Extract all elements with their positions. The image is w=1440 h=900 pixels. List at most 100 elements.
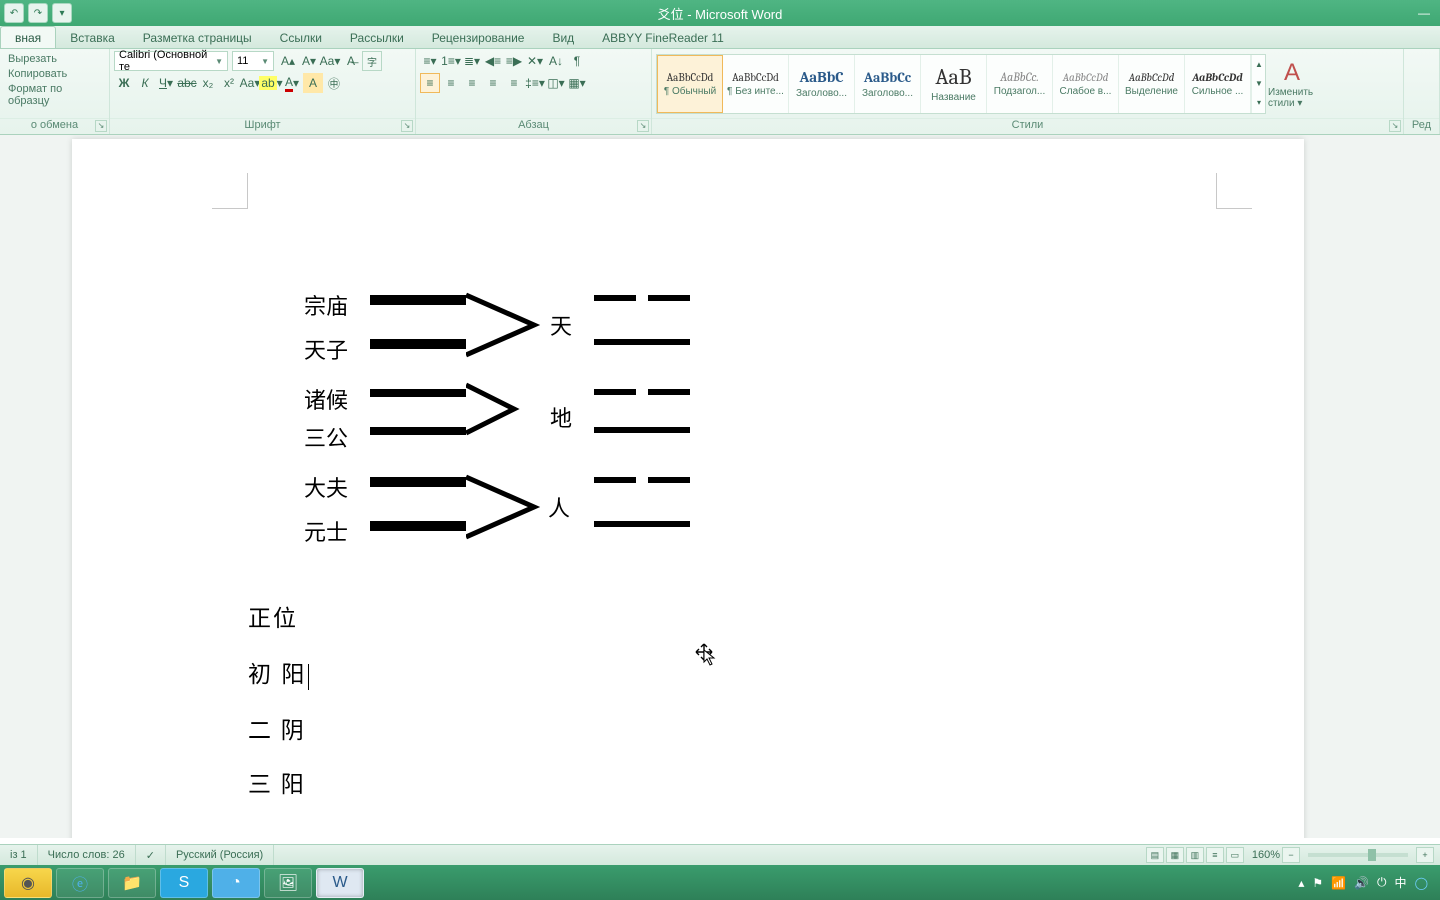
font-color-button[interactable]: A▾ <box>282 73 302 93</box>
change-styles-button[interactable]: A Изменить стили ▾ <box>1266 57 1318 111</box>
view-full-screen[interactable]: ▦ <box>1166 847 1184 863</box>
copy-button[interactable]: Копировать <box>8 68 101 80</box>
tray-ime[interactable]: 中 <box>1395 874 1407 891</box>
style-title[interactable]: AaBНазвание <box>921 55 987 113</box>
tab-references[interactable]: Ссылки <box>266 27 336 48</box>
align-center-button[interactable]: ≡ <box>441 73 461 93</box>
borders-button[interactable]: ▦▾ <box>567 73 587 93</box>
font-name-combo[interactable]: Calibri (Основной те▼ <box>114 51 228 71</box>
doc-line: 二 阴 <box>248 711 306 745</box>
status-language[interactable]: Русский (Россия) <box>166 845 274 865</box>
distributed-button[interactable]: ≡ <box>504 73 524 93</box>
clear-formatting-button[interactable]: A̶ <box>341 51 361 71</box>
font-launcher[interactable]: ↘ <box>401 120 413 132</box>
diagram-mid-label: 人 <box>548 491 570 523</box>
align-left-button[interactable]: ≡ <box>420 73 440 93</box>
increase-indent-button[interactable]: ≡▶ <box>504 51 524 71</box>
doc-line: 初 阳 <box>248 655 309 690</box>
sort-button[interactable]: A↓ <box>546 51 566 71</box>
tray-wifi-icon[interactable]: 📶 <box>1331 876 1346 890</box>
tray-power-icon[interactable]: ⏻ <box>1377 875 1387 890</box>
decrease-indent-button[interactable]: ◀≡ <box>483 51 503 71</box>
change-case-button[interactable]: Aa▾ <box>320 51 340 71</box>
zoom-in-button[interactable]: + <box>1416 847 1434 863</box>
subscript-button[interactable]: x₂ <box>198 73 218 93</box>
line-spacing-button[interactable]: ‡≡▾ <box>525 73 545 93</box>
tab-home[interactable]: вная <box>0 26 56 48</box>
show-hide-button[interactable]: ¶ <box>567 51 587 71</box>
paragraph-launcher[interactable]: ↘ <box>637 120 649 132</box>
style-heading1[interactable]: AaBbCЗаголово... <box>789 55 855 113</box>
highlight-button[interactable]: ab▾ <box>261 73 281 93</box>
taskbar-explorer[interactable]: 📁 <box>108 868 156 898</box>
view-print-layout[interactable]: ▤ <box>1146 847 1164 863</box>
taskbar-chrome[interactable]: ◉ <box>4 868 52 898</box>
tray-chevron-icon[interactable]: ▴ <box>1298 876 1304 890</box>
styles-launcher[interactable]: ↘ <box>1389 120 1401 132</box>
taskbar-app1[interactable]: ◔ <box>212 868 260 898</box>
superscript-button[interactable]: x² <box>219 73 239 93</box>
redo-button[interactable]: ↷ <box>28 3 48 23</box>
grow-font-button[interactable]: A▴ <box>278 51 298 71</box>
bullets-button[interactable]: ≡▾ <box>420 51 440 71</box>
asian-layout-button[interactable]: ✕▾ <box>525 51 545 71</box>
view-outline[interactable]: ≡ <box>1206 847 1224 863</box>
tab-abbyy[interactable]: ABBYY FineReader 11 <box>588 27 738 48</box>
enclose-characters-button[interactable]: ㊥ <box>324 73 344 93</box>
justify-button[interactable]: ≡ <box>483 73 503 93</box>
style-strong[interactable]: AaBbCcDdСильное ... <box>1185 55 1251 113</box>
font-size-combo[interactable]: 11▼ <box>232 51 274 71</box>
underline-button[interactable]: Ч▾ <box>156 73 176 93</box>
tab-page-layout[interactable]: Разметка страницы <box>129 27 266 48</box>
strikethrough-button[interactable]: abc <box>177 73 197 93</box>
text-effects-button[interactable]: Aa▾ <box>240 73 260 93</box>
clipboard-launcher[interactable]: ↘ <box>95 120 107 132</box>
zoom-slider[interactable] <box>1308 853 1408 857</box>
taskbar-skype[interactable]: S <box>160 868 208 898</box>
style-heading2[interactable]: AaBbCcЗаголово... <box>855 55 921 113</box>
italic-button[interactable]: К <box>135 73 155 93</box>
style-normal[interactable]: AaBbCcDd¶ Обычный <box>657 55 723 113</box>
cut-button[interactable]: Вырезать <box>8 53 101 65</box>
style-no-spacing[interactable]: AaBbCcDd¶ Без инте... <box>723 55 789 113</box>
numbering-button[interactable]: 1≡▾ <box>441 51 461 71</box>
style-emphasis[interactable]: AaBbCcDdВыделение <box>1119 55 1185 113</box>
multilevel-list-button[interactable]: ≣▾ <box>462 51 482 71</box>
align-right-button[interactable]: ≡ <box>462 73 482 93</box>
view-draft[interactable]: ▭ <box>1226 847 1244 863</box>
style-subtitle[interactable]: AaBbCc.Подзагол... <box>987 55 1053 113</box>
qat-more-button[interactable]: ▾ <box>52 3 72 23</box>
yin-line <box>594 477 690 483</box>
shading-button[interactable]: ◫▾ <box>546 73 566 93</box>
phonetic-guide-button[interactable]: 字 <box>362 51 382 71</box>
taskbar-word[interactable]: W <box>316 868 364 898</box>
shrink-font-button[interactable]: A▾ <box>299 51 319 71</box>
zoom-out-button[interactable]: − <box>1282 847 1300 863</box>
diagram-label: 宗庙 <box>304 289 348 321</box>
status-proofing[interactable]: ✓ <box>136 845 166 865</box>
styles-expand[interactable]: ▾ <box>1252 93 1266 112</box>
tab-view[interactable]: Вид <box>538 27 588 48</box>
tab-insert[interactable]: Вставка <box>56 27 129 48</box>
tab-review[interactable]: Рецензирование <box>418 27 539 48</box>
tray-flag-icon[interactable]: ⚑ <box>1312 876 1323 890</box>
format-painter-button[interactable]: Формат по образцу <box>8 83 101 107</box>
status-page[interactable]: із 1 <box>0 845 38 865</box>
view-web-layout[interactable]: ▥ <box>1186 847 1204 863</box>
tray-volume-icon[interactable]: 🔊 <box>1354 876 1369 890</box>
document-area[interactable]: 宗庙 天子 天 诸候 三公 地 <box>0 135 1440 838</box>
tray-app-icon[interactable]: ◯ <box>1415 876 1428 890</box>
undo-button[interactable]: ↶ <box>4 3 24 23</box>
status-word-count[interactable]: Число слов: 26 <box>38 845 136 865</box>
styles-scroll-down[interactable]: ▼ <box>1252 74 1266 93</box>
style-subtle-emphasis[interactable]: AaBbCcDdСлабое в... <box>1053 55 1119 113</box>
taskbar-ie[interactable]: ⓔ <box>56 868 104 898</box>
taskbar-photos[interactable]: 🖼 <box>264 868 312 898</box>
bold-button[interactable]: Ж <box>114 73 134 93</box>
styles-gallery[interactable]: AaBbCcDd¶ Обычный AaBbCcDd¶ Без инте... … <box>656 54 1266 114</box>
styles-scroll-up[interactable]: ▲ <box>1252 55 1266 74</box>
character-shading-button[interactable]: A <box>303 73 323 93</box>
minimize-button[interactable]: — <box>1412 4 1436 22</box>
zoom-level[interactable]: 160% <box>1252 849 1280 861</box>
tab-mailings[interactable]: Рассылки <box>336 27 418 48</box>
